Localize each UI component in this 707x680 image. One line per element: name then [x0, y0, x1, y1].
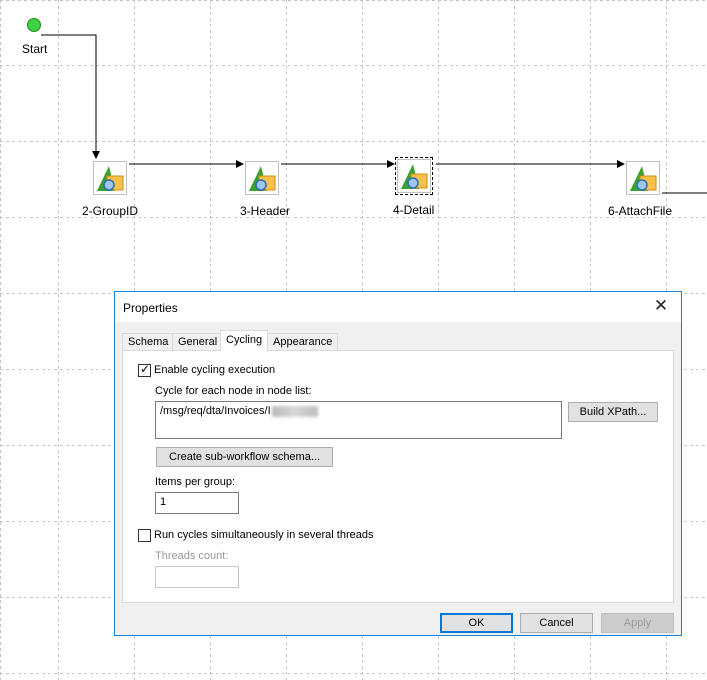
check-icon: ✓	[140, 362, 151, 376]
node-label-header: 3-Header	[240, 204, 291, 218]
cycling-panel: ✓ Enable cycling execution Cycle for eac…	[122, 350, 674, 603]
node-label-groupid: 2-GroupID	[82, 204, 139, 218]
tab-schema[interactable]: Schema	[122, 333, 175, 350]
apply-button[interactable]: Apply	[601, 613, 674, 633]
tab-general[interactable]: General	[172, 333, 224, 350]
node-list-input[interactable]: /msg/req/dta/Invoices/I	[155, 401, 562, 439]
connector-start-groupid	[41, 34, 100, 159]
create-subworkflow-button[interactable]: Create sub-workflow schema...	[156, 447, 333, 467]
dialog-title: Properties	[123, 301, 178, 315]
enable-cycling-checkbox[interactable]: ✓	[138, 362, 151, 377]
start-label: Start	[22, 42, 48, 56]
threads-count-input[interactable]	[155, 566, 239, 588]
items-per-group-label: Items per group:	[155, 476, 236, 488]
tab-cycling[interactable]: Cycling	[220, 330, 269, 351]
node-label-detail: 4-Detail	[393, 203, 435, 217]
workflow-step-icon[interactable]	[245, 161, 279, 195]
start-node[interactable]	[27, 18, 41, 32]
items-per-group-input[interactable]: 1	[155, 492, 239, 514]
dialog-titlebar[interactable]: Properties ✕	[115, 292, 681, 322]
node-label-attachfile: 6-AttachFile	[608, 204, 673, 218]
run-simultaneously-label: Run cycles simultaneously in several thr…	[154, 529, 374, 541]
run-simultaneously-checkbox[interactable]	[138, 529, 151, 542]
workflow-step-icon[interactable]	[395, 157, 433, 195]
redacted-text	[271, 405, 318, 417]
build-xpath-button[interactable]: Build XPath...	[568, 402, 658, 422]
workflow-step-icon[interactable]	[93, 161, 127, 195]
cancel-button[interactable]: Cancel	[520, 613, 593, 633]
node-list-label: Cycle for each node in node list:	[155, 385, 312, 397]
enable-cycling-label: Enable cycling execution	[154, 364, 276, 376]
ok-button[interactable]: OK	[440, 613, 513, 633]
threads-count-label: Threads count:	[155, 550, 229, 562]
tab-appearance[interactable]: Appearance	[267, 333, 339, 350]
properties-dialog: Properties ✕ Schema General Cycling Appe…	[114, 291, 682, 636]
close-icon[interactable]: ✕	[649, 296, 673, 316]
node-list-value: /msg/req/dta/Invoices/I	[160, 405, 271, 417]
workflow-step-icon[interactable]	[626, 161, 660, 195]
